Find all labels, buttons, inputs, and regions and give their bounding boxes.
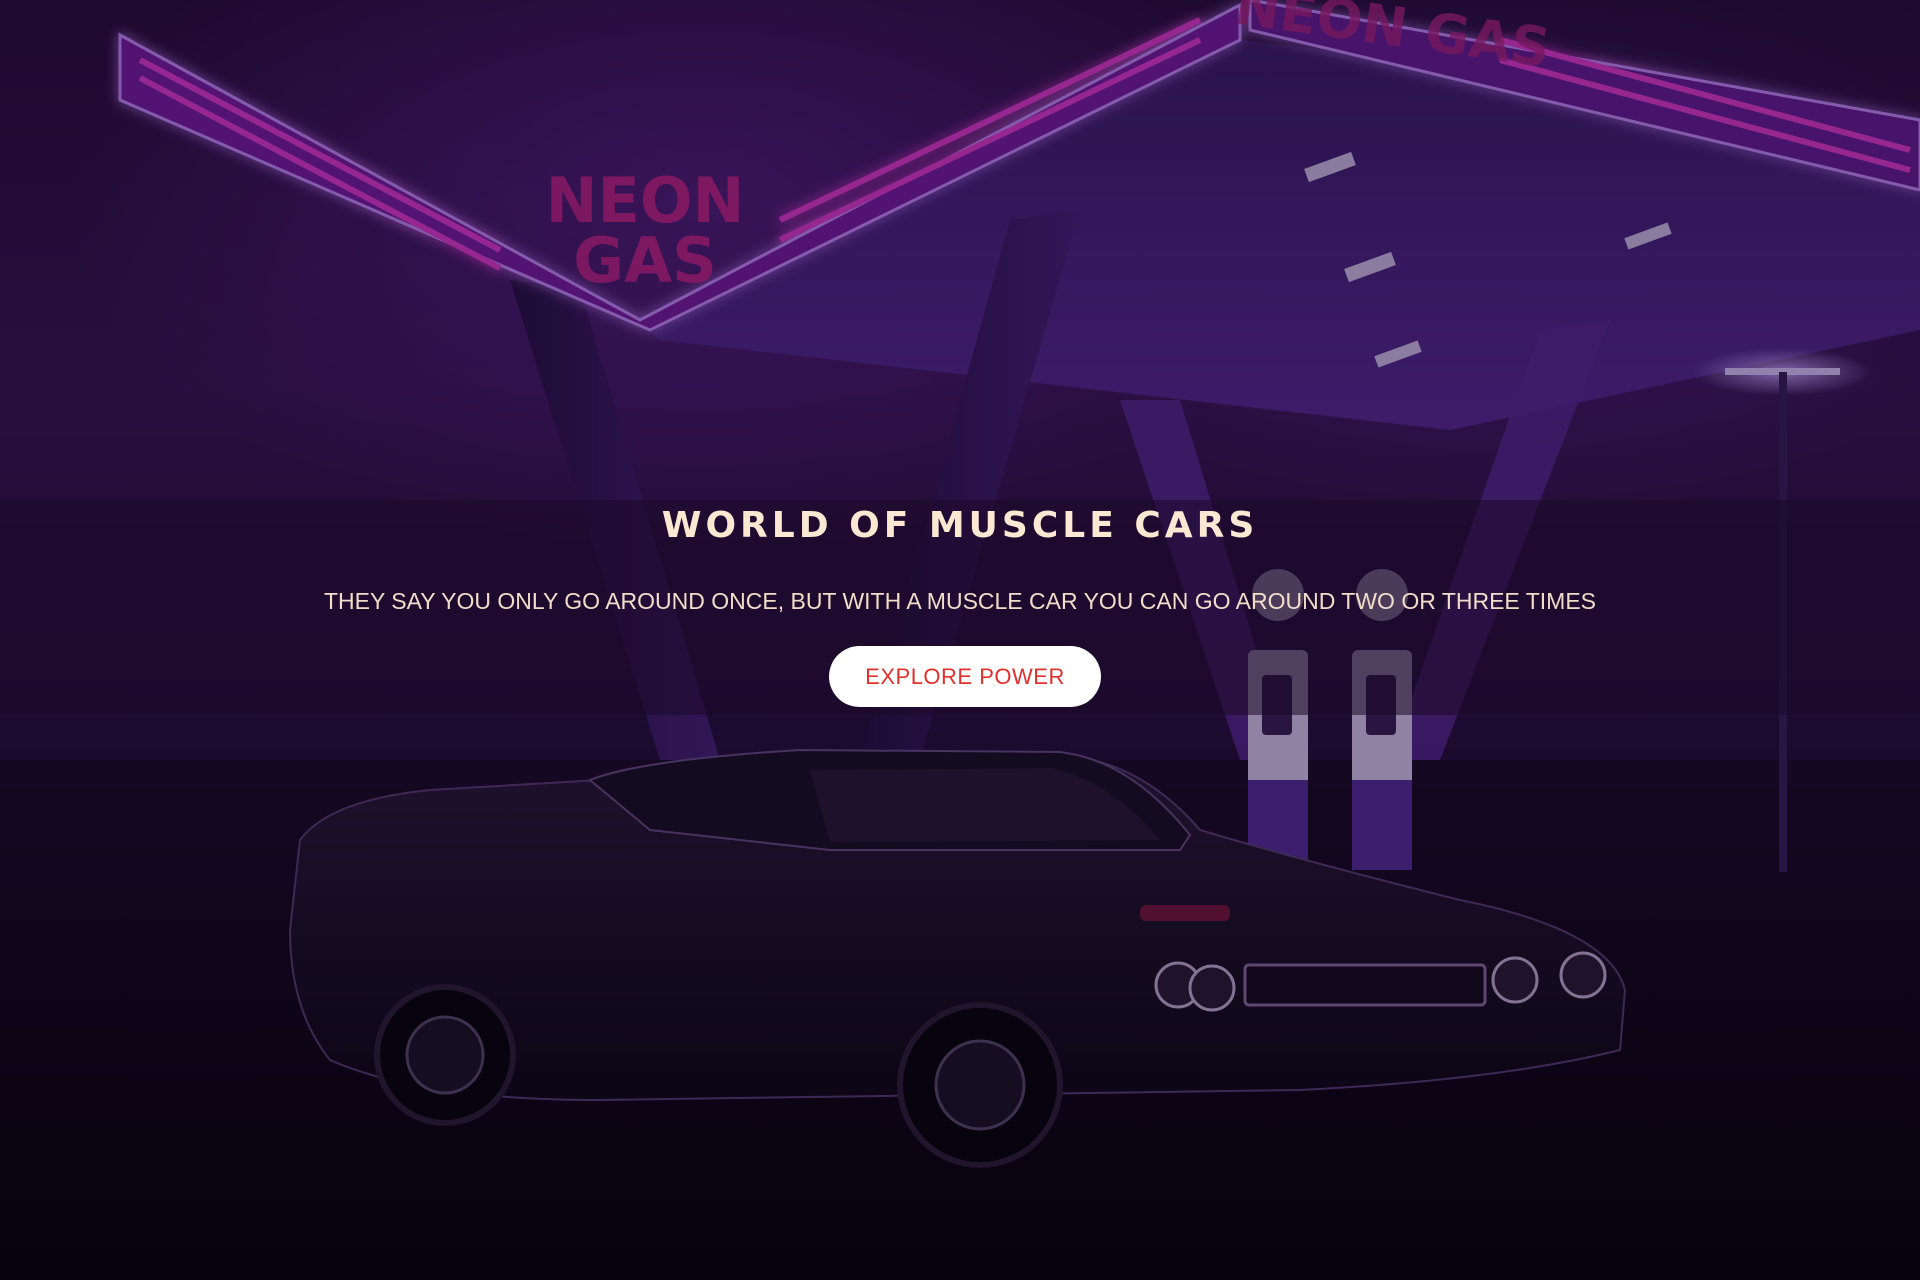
hero-section: NEON GAS NEON GAS WORLD OF MUSCLE CARS T… — [0, 0, 1920, 1280]
hero-subtitle: THEY SAY YOU ONLY GO AROUND ONCE, BUT WI… — [323, 588, 1597, 614]
explore-power-button[interactable]: EXPLORE POWER — [829, 646, 1101, 707]
hero-title: WORLD OF MUSCLE CARS — [661, 505, 1259, 546]
